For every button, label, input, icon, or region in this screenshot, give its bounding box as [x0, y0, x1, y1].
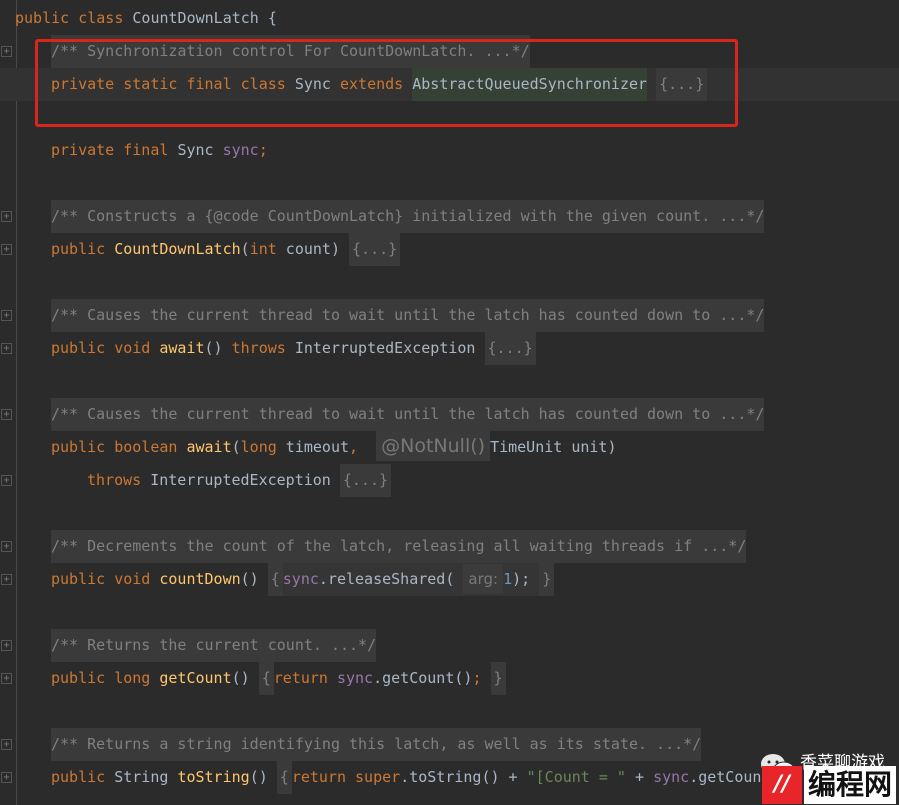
logo-mark: //	[762, 766, 802, 804]
code-line-field[interactable]: private final Sync sync;	[0, 134, 899, 167]
folded-body[interactable]: {...}	[484, 332, 536, 365]
code-line-await[interactable]: public void await() throws InterruptedEx…	[0, 332, 899, 365]
code-line-doc-comment[interactable]: /** Causes the current thread to wait un…	[0, 398, 899, 431]
folded-doc-comment[interactable]: /** Returns a string identifying this la…	[51, 728, 702, 761]
code-line-class-declaration[interactable]: public class CountDownLatch {	[0, 2, 899, 35]
method-name: countDown	[159, 570, 241, 588]
inner-class-name: Sync	[294, 75, 331, 93]
class-name: CountDownLatch	[132, 9, 259, 27]
code-line-doc-comment[interactable]: /** Returns the current count. ...*/	[0, 629, 899, 662]
method-name: await	[186, 438, 232, 456]
code-line-await-timed[interactable]: public boolean await(long timeout, @NotN…	[0, 431, 899, 464]
field-name: sync	[222, 141, 259, 159]
folded-body[interactable]: {...}	[349, 233, 401, 266]
folded-close-brace[interactable]: }	[490, 662, 506, 695]
folded-open-brace[interactable]: {sync.releaseShared( arg: 1); }	[267, 563, 555, 596]
superclass-name[interactable]: AbstractQueuedSynchronizer	[412, 68, 648, 101]
method-name: toString	[177, 768, 250, 786]
folded-open-brace[interactable]: {	[276, 761, 292, 794]
folded-doc-comment[interactable]: /** Causes the current thread to wait un…	[51, 398, 765, 431]
code-line-doc-comment[interactable]: /** Causes the current thread to wait un…	[0, 299, 899, 332]
folded-doc-comment[interactable]: /** Returns the current count. ...*/	[51, 629, 377, 662]
inlay-annotation-hint: @NotNull()	[376, 431, 491, 461]
code-line-constructor[interactable]: public CountDownLatch(int count) {...}	[0, 233, 899, 266]
code-line-doc-comment[interactable]: /** Decrements the count of the latch, r…	[0, 530, 899, 563]
inlay-parameter-hint: arg:	[463, 564, 504, 594]
folded-doc-comment[interactable]: /** Causes the current thread to wait un…	[51, 299, 765, 332]
folded-body[interactable]: {...}	[339, 464, 392, 497]
folded-doc-comment[interactable]: /** Synchronization control For CountDow…	[51, 35, 530, 68]
code-line-doc-comment[interactable]: /** Synchronization control For CountDow…	[0, 35, 899, 68]
watermark-logo: // 编程网	[762, 766, 898, 804]
folded-doc-comment[interactable]: /** Decrements the count of the latch, r…	[51, 530, 747, 563]
method-name: await	[159, 339, 205, 357]
folded-body[interactable]: {...}	[656, 68, 708, 101]
folded-open-brace[interactable]: {	[258, 662, 274, 695]
code-line-countdown[interactable]: public void countDown() {sync.releaseSha…	[0, 563, 899, 596]
folded-doc-comment[interactable]: /** Constructs a {@code CountDownLatch} …	[51, 200, 765, 233]
logo-text: 编程网	[804, 766, 897, 804]
code-editor[interactable]: + + + + + + + + + + + + + + public class…	[0, 0, 899, 805]
code-line-sync-class[interactable]: private static final class Sync extends …	[0, 68, 899, 101]
method-name: CountDownLatch	[114, 240, 241, 258]
watermark: 香菜聊游戏 // 编程网	[760, 752, 899, 805]
code-line-throws[interactable]: throws InterruptedException {...}	[0, 464, 899, 497]
method-name: getCount	[159, 669, 232, 687]
code-line-doc-comment[interactable]: /** Constructs a {@code CountDownLatch} …	[0, 200, 899, 233]
code-line-getcount[interactable]: public long getCount() {return sync.getC…	[0, 662, 899, 695]
